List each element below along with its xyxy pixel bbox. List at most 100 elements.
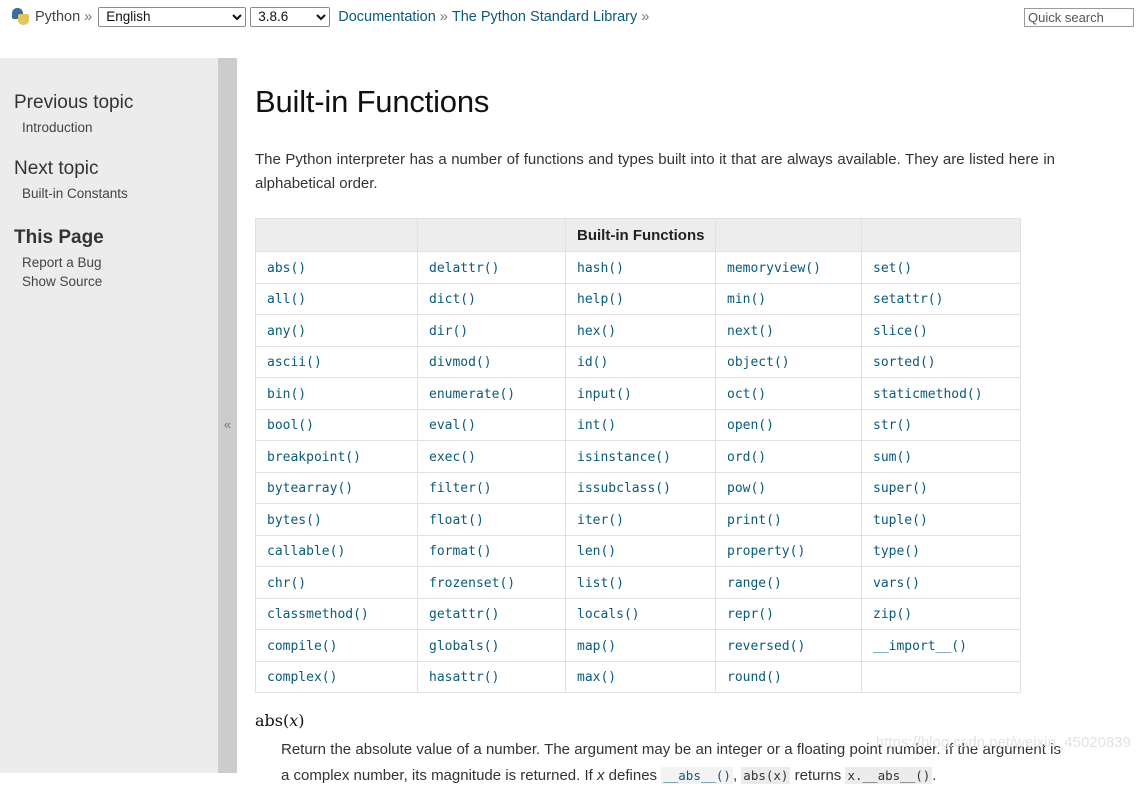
function-link-bool[interactable]: bool()	[267, 418, 314, 433]
function-link-enumerate[interactable]: enumerate()	[429, 387, 515, 402]
table-body: abs() delattr() hash() memoryview() set() all…	[255, 251, 1021, 693]
language-select[interactable]: English	[98, 6, 247, 27]
quick-search-input[interactable]	[1024, 8, 1134, 27]
function-link-repr[interactable]: repr()	[727, 607, 774, 622]
sidebar-collapse-button[interactable]: «	[218, 415, 237, 435]
table-header-cell-empty-2	[417, 218, 566, 252]
table-cell: classmethod()	[255, 597, 418, 630]
function-link-oct[interactable]: oct()	[727, 387, 766, 402]
function-link-round[interactable]: round()	[727, 670, 782, 685]
function-link-breakpoint[interactable]: breakpoint()	[267, 450, 361, 465]
function-link-bytes[interactable]: bytes()	[267, 513, 322, 528]
sidebar-link-introduction[interactable]: Introduction	[22, 118, 218, 137]
function-link-min[interactable]: min()	[727, 292, 766, 307]
sidebar-link-show-source[interactable]: Show Source	[22, 272, 218, 291]
breadcrumb-standard-library-link[interactable]: The Python Standard Library	[452, 9, 637, 25]
function-link-bytearray[interactable]: bytearray()	[267, 481, 353, 496]
function-link-next[interactable]: next()	[727, 324, 774, 339]
table-header-cell-empty-4	[715, 218, 862, 252]
table-cell: any()	[255, 314, 418, 347]
breadcrumb-separator-3: »	[641, 8, 650, 25]
function-link-memoryview[interactable]: memoryview()	[727, 261, 821, 276]
function-link-isinstance[interactable]: isinstance()	[577, 450, 671, 465]
table-header-cell-empty-5	[861, 218, 1021, 252]
function-link-sorted[interactable]: sorted()	[873, 355, 936, 370]
table-row: bytes() float() iter() print() tuple()	[255, 503, 1021, 536]
function-link-reversed[interactable]: reversed()	[727, 639, 805, 654]
inline-code-abs-x: abs(x)	[741, 767, 791, 784]
function-link-pow[interactable]: pow()	[727, 481, 766, 496]
sidebar-link-built-in-constants[interactable]: Built-in Constants	[22, 184, 218, 203]
table-cell: __import__()	[861, 629, 1021, 662]
function-link-getattr[interactable]: getattr()	[429, 607, 499, 622]
this-page-heading: This Page	[14, 227, 104, 248]
function-link-type[interactable]: type()	[873, 544, 920, 559]
function-link-chr[interactable]: chr()	[267, 576, 306, 591]
sidebar-link-report-a-bug[interactable]: Report a Bug	[22, 253, 218, 272]
function-link-ascii[interactable]: ascii()	[267, 355, 322, 370]
function-link-map[interactable]: map()	[577, 639, 616, 654]
function-link-frozenset[interactable]: frozenset()	[429, 576, 515, 591]
function-link-str[interactable]: str()	[873, 418, 912, 433]
function-link-compile[interactable]: compile()	[267, 639, 337, 654]
function-link-slice[interactable]: slice()	[873, 324, 928, 339]
function-link-vars[interactable]: vars()	[873, 576, 920, 591]
function-link-complex[interactable]: complex()	[267, 670, 337, 685]
function-link-input[interactable]: input()	[577, 387, 632, 402]
table-cell: sorted()	[861, 345, 1021, 378]
function-link-int[interactable]: int()	[577, 418, 616, 433]
function-link-bin[interactable]: bin()	[267, 387, 306, 402]
function-link-help[interactable]: help()	[577, 292, 624, 307]
function-link-sum[interactable]: sum()	[873, 450, 912, 465]
function-link-issubclass[interactable]: issubclass()	[577, 481, 671, 496]
function-link-globals[interactable]: globals()	[429, 639, 499, 654]
function-link-tuple[interactable]: tuple()	[873, 513, 928, 528]
function-link-object[interactable]: object()	[727, 355, 790, 370]
function-link-hasattr[interactable]: hasattr()	[429, 670, 499, 685]
function-link-super[interactable]: super()	[873, 481, 928, 496]
function-link-property[interactable]: property()	[727, 544, 805, 559]
table-row: classmethod() getattr() locals() repr() zip(…	[255, 597, 1021, 630]
function-link-format[interactable]: format()	[429, 544, 492, 559]
function-link-max[interactable]: max()	[577, 670, 616, 685]
function-link-float[interactable]: float()	[429, 513, 484, 528]
version-select[interactable]: 3.8.6	[250, 6, 331, 27]
function-link-list[interactable]: list()	[577, 576, 624, 591]
function-link-iter[interactable]: iter()	[577, 513, 624, 528]
table-cell: all()	[255, 282, 418, 315]
function-link-filter[interactable]: filter()	[429, 481, 492, 496]
function-link-delattr[interactable]: delattr()	[429, 261, 499, 276]
function-link-locals[interactable]: locals()	[577, 607, 640, 622]
signature-name: abs	[255, 711, 283, 730]
dunder-abs-link[interactable]: __abs__()	[661, 767, 733, 784]
function-link-import[interactable]: __import__()	[873, 639, 967, 654]
function-link-open[interactable]: open()	[727, 418, 774, 433]
function-link-len[interactable]: len()	[577, 544, 616, 559]
function-link-staticmethod[interactable]: staticmethod()	[873, 387, 983, 402]
function-link-range[interactable]: range()	[727, 576, 782, 591]
function-link-all[interactable]: all()	[267, 292, 306, 307]
table-cell: ord()	[715, 440, 862, 473]
table-cell: staticmethod()	[861, 377, 1021, 410]
function-link-zip[interactable]: zip()	[873, 607, 912, 622]
function-link-dict[interactable]: dict()	[429, 292, 476, 307]
function-link-divmod[interactable]: divmod()	[429, 355, 492, 370]
function-link-callable[interactable]: callable()	[267, 544, 345, 559]
function-link-setattr[interactable]: setattr()	[873, 292, 943, 307]
function-link-hash[interactable]: hash()	[577, 261, 624, 276]
function-link-any[interactable]: any()	[267, 324, 306, 339]
breadcrumb-documentation-link[interactable]: Documentation	[338, 9, 436, 25]
function-link-id[interactable]: id()	[577, 355, 608, 370]
function-link-dir[interactable]: dir()	[429, 324, 468, 339]
function-link-abs[interactable]: abs()	[267, 261, 306, 276]
function-link-ord[interactable]: ord()	[727, 450, 766, 465]
function-link-eval[interactable]: eval()	[429, 418, 476, 433]
main-content: Built-in Functions The Python interprete…	[237, 58, 1138, 784]
function-link-exec[interactable]: exec()	[429, 450, 476, 465]
function-link-print[interactable]: print()	[727, 513, 782, 528]
function-link-hex[interactable]: hex()	[577, 324, 616, 339]
table-header-cell-empty-1	[255, 218, 418, 252]
table-cell: ascii()	[255, 345, 418, 378]
function-link-set[interactable]: set()	[873, 261, 912, 276]
function-link-classmethod[interactable]: classmethod()	[267, 607, 369, 622]
